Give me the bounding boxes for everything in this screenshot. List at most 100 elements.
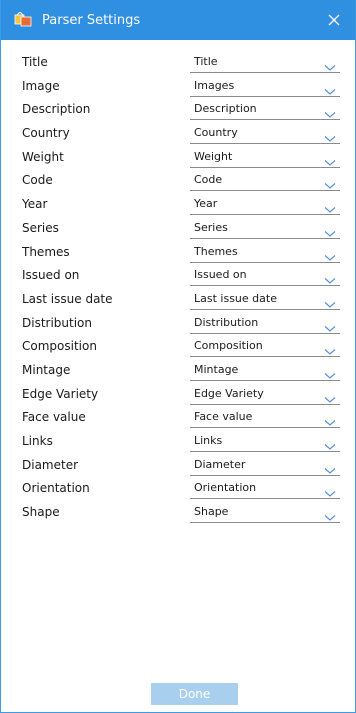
field-label: Series (22, 220, 59, 235)
title-bar: Parser Settings (1, 0, 355, 40)
field-mapping-value: Issued on (194, 268, 247, 282)
done-button[interactable]: Done (151, 683, 238, 705)
chevron-down-icon[interactable] (324, 341, 336, 356)
chevron-down-icon[interactable] (324, 104, 336, 119)
field-row: Year Year (1, 194, 355, 218)
field-mapping-select[interactable]: Images (190, 76, 340, 97)
field-mapping-list: Title Title Image Images Description Descript… (1, 52, 355, 526)
field-label: Title (22, 55, 48, 69)
field-label: Links (22, 434, 53, 448)
field-mapping-select[interactable]: Shape (190, 502, 340, 524)
chevron-down-icon[interactable] (324, 57, 336, 71)
parser-settings-window: Parser Settings Title Title Image Images Des… (0, 0, 356, 713)
field-mapping-select[interactable]: Distribution (190, 313, 340, 334)
window-title: Parser Settings (42, 12, 141, 28)
field-mapping-select[interactable]: Country (190, 123, 340, 145)
field-mapping-select[interactable]: Year (190, 194, 340, 216)
field-row: Image Images (1, 76, 355, 100)
field-mapping-select[interactable]: Composition (190, 336, 340, 358)
field-mapping-value: Face value (194, 410, 253, 424)
field-mapping-select[interactable]: Last issue date (190, 289, 340, 310)
field-mapping-select[interactable]: Themes (190, 242, 340, 263)
field-mapping-value: Weight (194, 149, 233, 163)
field-label: Code (22, 173, 53, 188)
field-label: Composition (22, 339, 97, 354)
chevron-down-icon[interactable] (324, 483, 336, 498)
field-row: Distribution Distribution (1, 313, 355, 337)
field-label: Shape (22, 505, 60, 520)
chevron-down-icon[interactable] (324, 412, 336, 427)
field-mapping-value: Description (194, 102, 257, 116)
field-mapping-value: Country (194, 126, 238, 140)
field-mapping-select[interactable]: Code (190, 170, 340, 192)
field-row: Themes Themes (1, 242, 355, 266)
field-row: Links Links (1, 431, 355, 455)
field-mapping-select[interactable]: Orientation (190, 478, 340, 500)
field-mapping-value: Edge Variety (194, 386, 264, 400)
field-mapping-value: Series (194, 220, 228, 234)
field-row: Face value Face value (1, 407, 355, 431)
field-row: Composition Composition (1, 336, 355, 360)
field-row: Edge Variety Edge Variety (1, 384, 355, 408)
field-mapping-select[interactable]: Series (190, 218, 340, 239)
field-label: Image (22, 78, 60, 93)
field-mapping-value: Code (194, 173, 223, 187)
chevron-down-icon[interactable] (324, 199, 336, 213)
close-icon[interactable] (328, 11, 340, 30)
field-mapping-value: Orientation (194, 481, 257, 495)
chevron-down-icon[interactable] (324, 318, 336, 332)
chevron-down-icon[interactable] (324, 270, 336, 284)
field-mapping-select[interactable]: Description (190, 99, 340, 121)
field-mapping-select[interactable]: Face value (190, 407, 340, 429)
field-label: Diameter (22, 457, 79, 472)
chevron-down-icon[interactable] (324, 247, 336, 261)
field-label: Issued on (22, 268, 80, 283)
field-mapping-select[interactable]: Mintage (190, 360, 340, 381)
field-label: Orientation (22, 481, 90, 496)
field-row: Shape Shape (1, 502, 355, 526)
chevron-down-icon[interactable] (324, 81, 336, 95)
chevron-down-icon[interactable] (324, 175, 336, 190)
field-mapping-value: Title (194, 55, 218, 68)
close-button[interactable] (323, 9, 345, 31)
field-label: Year (22, 197, 48, 212)
chevron-down-icon[interactable] (324, 223, 336, 237)
field-mapping-value: Mintage (194, 362, 239, 376)
chevron-down-icon[interactable] (324, 365, 336, 379)
field-row: Series Series (1, 218, 355, 242)
field-row: Mintage Mintage (1, 360, 355, 384)
field-mapping-value: Year (194, 197, 218, 211)
field-mapping-select[interactable]: Links (190, 431, 340, 452)
chevron-down-icon[interactable] (324, 389, 336, 403)
field-mapping-value: Shape (194, 505, 229, 519)
field-row: Issued on Issued on (1, 265, 355, 289)
field-row: Code Code (1, 170, 355, 194)
field-row: Country Country (1, 123, 355, 147)
field-label: Distribution (22, 315, 93, 330)
field-mapping-value: Links (194, 434, 223, 447)
field-label: Mintage (22, 362, 71, 377)
chevron-down-icon[interactable] (324, 507, 336, 521)
field-mapping-select[interactable]: Issued on (190, 265, 340, 287)
chevron-down-icon[interactable] (324, 294, 336, 308)
field-mapping-select[interactable]: Diameter (190, 455, 340, 476)
field-mapping-value: Last issue date (194, 291, 277, 305)
field-label: Description (22, 102, 91, 117)
field-mapping-select[interactable]: Edge Variety (190, 384, 340, 405)
chevron-down-icon[interactable] (324, 152, 336, 166)
chevron-down-icon[interactable] (324, 128, 336, 142)
field-mapping-value: Diameter (194, 457, 246, 471)
field-label: Themes (22, 244, 70, 259)
field-row: Weight Weight (1, 147, 355, 171)
parser-app-icon (14, 11, 34, 28)
field-mapping-value: Composition (194, 339, 263, 353)
field-label: Face value (22, 410, 86, 425)
field-row: Orientation Orientation (1, 478, 355, 502)
field-label: Country (22, 126, 70, 141)
field-mapping-select[interactable]: Weight (190, 147, 340, 168)
field-mapping-value: Themes (194, 244, 238, 258)
field-mapping-select[interactable]: Title (190, 52, 340, 73)
chevron-down-icon[interactable] (324, 460, 336, 474)
chevron-down-icon[interactable] (324, 436, 336, 450)
field-label: Weight (22, 149, 64, 164)
